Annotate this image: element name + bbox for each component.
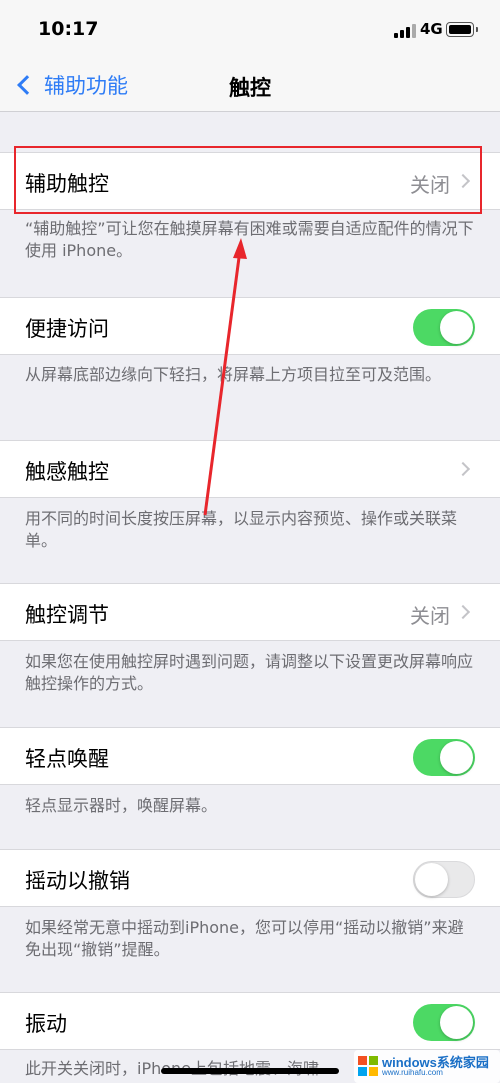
toggle-knob xyxy=(440,1006,473,1039)
windows-logo-icon xyxy=(358,1056,378,1076)
row-footer-text: 如果您在使用触控屏时遇到问题，请调整以下设置更改屏幕响应触控操作的方式。 xyxy=(25,652,474,693)
row-label: 辅助触控 xyxy=(25,172,109,196)
toggle-knob xyxy=(415,863,448,896)
home-indicator xyxy=(161,1068,339,1074)
settings-row-tap-to-wake: 轻点唤醒 xyxy=(0,727,500,785)
row-label: 触控调节 xyxy=(25,603,109,627)
row-value: 关闭 xyxy=(410,173,450,197)
row-label: 便捷访问 xyxy=(25,317,109,341)
watermark: windows系统家园 www.ruihafu.com xyxy=(354,1050,500,1083)
row-label: 摇动以撤销 xyxy=(25,869,130,893)
row-footer-text: 轻点显示器时，唤醒屏幕。 xyxy=(25,796,218,815)
shake-to-undo-toggle[interactable] xyxy=(413,861,475,898)
watermark-url: www.ruihafu.com xyxy=(382,1068,443,1077)
chevron-right-icon xyxy=(455,604,471,620)
network-type: 4G xyxy=(420,20,443,38)
battery-cap xyxy=(476,27,478,32)
reachability-toggle[interactable] xyxy=(413,309,475,346)
chevron-right-icon xyxy=(455,173,471,189)
settings-row-assistive-touch[interactable]: 辅助触控 关闭 xyxy=(0,152,500,210)
row-label: 触感触控 xyxy=(25,460,109,484)
status-bar: 10:17 4G xyxy=(0,0,500,60)
vibration-toggle[interactable] xyxy=(413,1004,475,1041)
cellular-signal-icon xyxy=(394,22,416,38)
chevron-right-icon xyxy=(455,461,471,477)
status-time: 10:17 xyxy=(38,18,99,40)
toggle-knob xyxy=(440,311,473,344)
settings-row-haptic-touch[interactable]: 触感触控 xyxy=(0,440,500,498)
row-label: 轻点唤醒 xyxy=(25,747,109,771)
settings-row-touch-accommodations[interactable]: 触控调节 关闭 xyxy=(0,583,500,641)
navigation-bar: 辅助功能 触控 xyxy=(0,60,500,112)
settings-row-reachability: 便捷访问 xyxy=(0,297,500,355)
row-value: 关闭 xyxy=(410,604,450,628)
row-footer-text: 如果经常无意中摇动到iPhone，您可以停用“摇动以撤销”来避免出现“撤销”提醒… xyxy=(25,918,464,959)
page-title: 触控 xyxy=(229,76,271,100)
row-label: 振动 xyxy=(25,1012,67,1036)
battery-icon xyxy=(446,22,474,37)
row-footer-text: 从屏幕底部边缘向下轻扫，将屏幕上方项目拉至可及范围。 xyxy=(25,365,442,384)
settings-row-vibration: 振动 xyxy=(0,992,500,1050)
row-footer-text: 用不同的时间长度按压屏幕，以显示内容预览、操作或关联菜单。 xyxy=(25,509,458,550)
settings-row-shake-to-undo: 摇动以撤销 xyxy=(0,849,500,907)
toggle-knob xyxy=(440,741,473,774)
row-footer-text: “辅助触控”可让您在触摸屏幕有困难或需要自适应配件的情况下使用 iPhone。 xyxy=(25,219,474,260)
tap-to-wake-toggle[interactable] xyxy=(413,739,475,776)
